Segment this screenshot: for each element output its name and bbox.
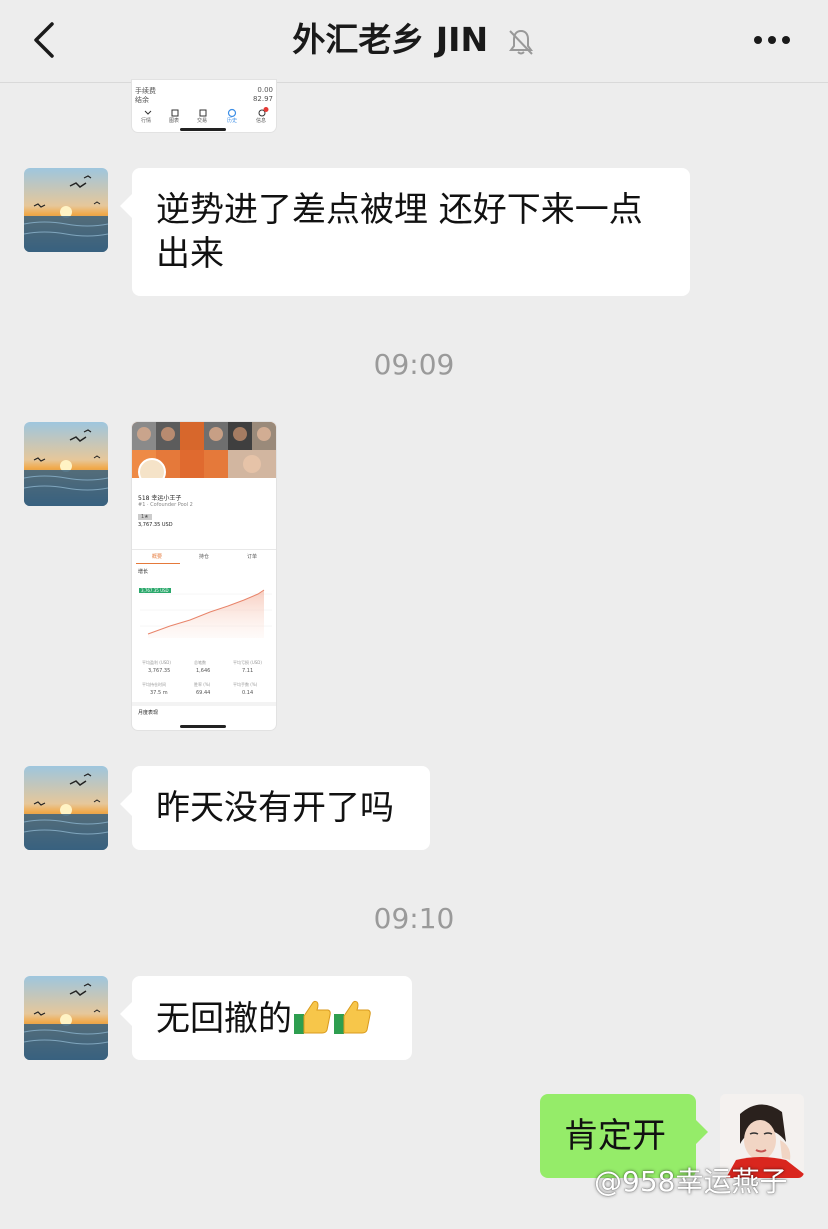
profile-cover-collage <box>132 422 276 478</box>
avatar[interactable] <box>24 766 108 850</box>
stat-value: 7.11 <box>242 668 254 674</box>
ellipsis-icon <box>754 36 790 44</box>
tab-label: 图表 <box>169 118 180 124</box>
stat-label: 平均手数 (%) <box>233 682 258 687</box>
stat-value: 0.14 <box>242 690 254 696</box>
profile-equity: 3,767.35 USD <box>138 522 173 528</box>
stat-value: 37.5 m <box>150 690 168 696</box>
stat-label: 胜率 (%) <box>194 682 211 687</box>
profile-divider <box>132 549 276 550</box>
avatar[interactable] <box>24 422 108 506</box>
stat-value: 3,767.35 <box>148 668 171 674</box>
stat-label: 平均持仓时间 <box>142 682 166 687</box>
thumbs-up-icon <box>294 1000 331 1034</box>
watermark: @958幸运燕子 <box>594 1160 787 1200</box>
message-text: 昨天没有开了吗 <box>156 788 394 828</box>
section-title: 月度表现 <box>138 710 159 716</box>
stat-label: 平均盈利 (USD) <box>142 660 171 665</box>
tab-label: 交易 <box>197 118 208 124</box>
tab-label: 行情 <box>141 118 152 124</box>
sunset-sea-avatar <box>24 422 108 506</box>
stat-label: 平均亏损 (USD) <box>233 660 262 665</box>
timestamp: 09:09 <box>373 348 455 381</box>
avatar[interactable] <box>24 168 108 252</box>
profile-tab: 概要 <box>152 554 163 560</box>
profile-tab: 持仓 <box>199 554 210 560</box>
bell-muted-icon <box>508 29 533 55</box>
image-message-trader-profile[interactable]: 518 幸运小王子 #1 · Cofounder Pool 2 1★ 3,767… <box>132 422 276 730</box>
growth-chart <box>140 589 272 638</box>
thumbs-up-icon <box>334 1000 371 1034</box>
section-divider <box>132 702 276 706</box>
tab-label: 历史 <box>227 118 238 124</box>
sunset-sea-avatar <box>24 976 108 1060</box>
chat-title: 外汇老乡 JIN <box>292 20 489 59</box>
message-text: 无回撤的 <box>156 999 292 1039</box>
profile-rank: #1 · Cofounder Pool 2 <box>138 502 193 508</box>
active-tab-underline <box>136 563 180 564</box>
growth-label: 增长 <box>138 569 149 575</box>
summary-value-balance: 82.97 <box>252 95 273 103</box>
message-text: 肯定开 <box>564 1116 666 1156</box>
watermark-text: @958幸运燕子 <box>594 1165 788 1198</box>
timestamp: 09:10 <box>373 902 455 935</box>
more-button[interactable] <box>752 28 792 52</box>
profile-level: 1★ <box>138 514 152 520</box>
summary-value-fee: 0.00 <box>257 86 273 94</box>
message-bubble[interactable]: 逆势进了差点被埋 还好下来一点出来 <box>120 168 690 296</box>
image-message-trade-summary[interactable]: 手续费 0.00 结余 82.97 行情 图表 交易 历史 信息 <box>132 80 276 132</box>
message-text: 逆势进了差点被埋 还好下来一点出来 <box>156 190 643 274</box>
chat-title-wrap: 外汇老乡 JIN <box>0 18 828 62</box>
summary-label-balance: 结余 <box>135 96 149 104</box>
tab-label: 信息 <box>256 118 267 124</box>
home-indicator <box>180 725 226 728</box>
sunset-sea-avatar <box>24 168 108 252</box>
message-bubble[interactable]: 无回撤的 <box>120 976 412 1060</box>
stat-value: 1,646 <box>196 668 211 674</box>
sunset-sea-avatar <box>24 766 108 850</box>
avatar[interactable] <box>24 976 108 1060</box>
stat-value: 69.44 <box>196 690 211 696</box>
home-indicator <box>180 128 226 131</box>
chat-header: 外汇老乡 JIN <box>0 0 828 83</box>
stat-label: 总笔数 <box>194 660 206 665</box>
message-bubble[interactable]: 昨天没有开了吗 <box>120 766 430 850</box>
profile-tab: 订单 <box>247 554 258 560</box>
profile-name: 518 幸运小王子 <box>138 495 182 502</box>
